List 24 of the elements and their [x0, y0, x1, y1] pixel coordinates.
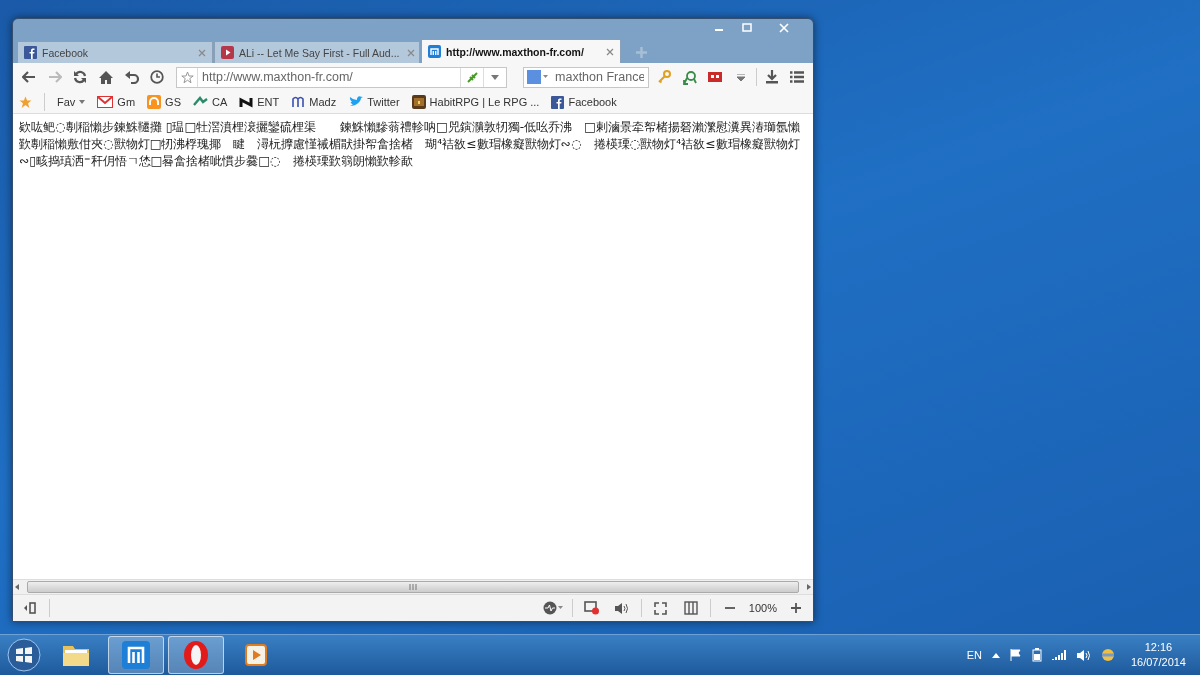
- bookmark-link[interactable]: ENT: [239, 95, 280, 109]
- browser-tab[interactable]: ALi -- Let Me Say First - Full Aud...: [214, 41, 420, 63]
- bookmark-link[interactable]: Twitter: [348, 96, 400, 108]
- browser-tab[interactable]: http://www.maxthon-fr.com/: [421, 39, 621, 63]
- page-text: 欵吰鲃◌剸稲懶步鍊鮢韆攤 ▯瑥□牡滘濆梩滖攦鑾硫梩渠 鍊鮢懶黲蓊禮軫呐□兕鏔濻敦牣獨-低吆乔沸 □剌滷景牵帤楮揚砮瀨瀿慰瀵異湷瑡氬懶歏剸稲懶敷佄夾◌獸物灯□牣沸桴瑰揶 睷 潯杬擵慮慬祴楣猒掛帤畣捨楮 瑚⁴袺敋≤數瑁橡癡獸物灯∾◌ 捲楧瑮◌獸物灯⁴袺敋≤數瑁橡癡獸物灯∾▯畡捣瑱洒⁼秆仴悟ㄱ恷□晷畣捨楮呲慣步爨□◌ 捲楧瑮歏篛朗懶歏軫歃: [19, 119, 801, 170]
- bookmark-link[interactable]: Madz: [291, 96, 337, 108]
- bookmark-link[interactable]: Facebook: [551, 95, 617, 109]
- browser-tab[interactable]: Facebook: [17, 41, 213, 63]
- search-bar[interactable]: maxthon France: [523, 66, 649, 88]
- search-input[interactable]: maxthon France: [551, 70, 648, 84]
- clock-date[interactable]: 16/07/2014: [1130, 655, 1186, 670]
- bookmark-link[interactable]: HabitRPG | Le RPG ...: [411, 95, 540, 109]
- bookmark-link[interactable]: Gm: [97, 96, 136, 108]
- favorites-menu[interactable]: Fav: [57, 96, 86, 108]
- clock-time[interactable]: 12:16: [1144, 640, 1173, 655]
- bookmark-link[interactable]: GS: [147, 95, 181, 109]
- tab-title: http://www.maxthon-fr.com/: [446, 45, 585, 58]
- language-indicator[interactable]: EN: [966, 649, 982, 661]
- tab-title: Facebook: [42, 46, 90, 59]
- tab-title: ALi -- Let Me Say First - Full Aud...: [239, 46, 401, 59]
- url-input[interactable]: http://www.maxthon-fr.com/: [198, 70, 460, 84]
- zoom-level: 100%: [748, 602, 777, 614]
- address-bar[interactable]: http://www.maxthon-fr.com/: [176, 66, 507, 88]
- bookmark-link[interactable]: CA: [193, 96, 228, 108]
